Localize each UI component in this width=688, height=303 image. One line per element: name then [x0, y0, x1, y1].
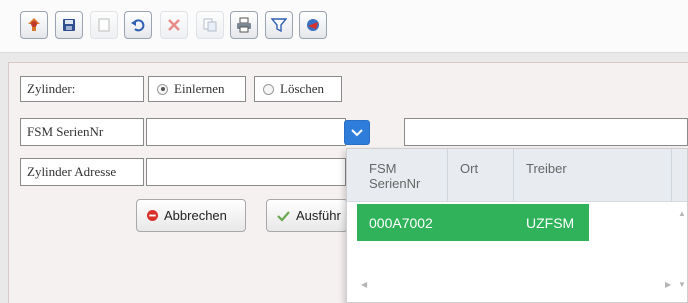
undo-button[interactable]	[124, 11, 152, 39]
delete-icon	[168, 19, 180, 31]
scroll-left-icon[interactable]: ◀	[361, 280, 367, 289]
blank-page-button[interactable]	[90, 11, 118, 39]
zylinder-adresse-input[interactable]	[146, 158, 346, 186]
save-icon	[63, 19, 75, 31]
new-button[interactable]	[20, 11, 48, 39]
cell-fsm[interactable]: 000A7002	[357, 204, 448, 241]
cell-treiber[interactable]: UZFSM	[514, 204, 589, 241]
cancel-icon	[147, 210, 158, 221]
copy-button[interactable]	[196, 11, 224, 39]
radio-einlernen[interactable]: Einlernen	[148, 76, 246, 102]
radio-einlernen-indicator[interactable]	[157, 83, 168, 95]
fsm-dropdown-toggle[interactable]	[344, 120, 370, 145]
execute-label: Ausführ	[296, 208, 341, 223]
save-button[interactable]	[55, 11, 83, 39]
radio-loeschen[interactable]: Löschen	[254, 76, 342, 102]
radio-loeschen-label: Löschen	[280, 81, 325, 96]
scroll-up-icon[interactable]: ▲	[678, 209, 686, 218]
fsm-dropdown-list: FSM SerienNr Ort Treiber 000A7002 UZFSM …	[346, 148, 688, 303]
column-header-fsm[interactable]: FSM SerienNr	[357, 149, 448, 201]
zylinder-adresse-label: Zylinder Adresse	[20, 158, 144, 186]
cancel-button[interactable]: Abbrechen	[136, 199, 246, 232]
fsm-serien-nr-label: FSM SerienNr	[20, 118, 144, 146]
scroll-down-icon[interactable]: ▼	[678, 280, 686, 289]
secondary-field[interactable]	[404, 118, 688, 146]
copy-icon	[203, 18, 217, 32]
cell-ort[interactable]	[448, 204, 514, 241]
filter-button[interactable]	[265, 11, 293, 39]
dropdown-header: FSM SerienNr Ort Treiber	[347, 149, 687, 202]
column-header-ort[interactable]: Ort	[448, 149, 514, 201]
fsm-serien-nr-input[interactable]	[146, 118, 346, 146]
print-icon	[237, 17, 251, 33]
delete-button[interactable]	[160, 11, 188, 39]
filter-icon	[271, 18, 287, 33]
export-icon	[307, 19, 319, 31]
blank-page-icon	[98, 18, 110, 32]
print-button[interactable]	[230, 11, 258, 39]
checkmark-icon	[277, 210, 290, 222]
column-header-treiber[interactable]: Treiber	[514, 149, 672, 201]
chevron-down-icon	[351, 128, 363, 136]
radio-loeschen-indicator[interactable]	[263, 83, 274, 95]
scroll-right-icon[interactable]: ▶	[665, 280, 671, 289]
execute-button[interactable]: Ausführ	[266, 199, 348, 232]
toolbar	[0, 0, 688, 53]
new-icon	[28, 18, 40, 31]
export-button[interactable]	[299, 11, 327, 39]
radio-einlernen-label: Einlernen	[174, 81, 225, 96]
undo-icon	[131, 19, 145, 32]
zylinder-label: Zylinder:	[20, 76, 144, 102]
cancel-label: Abbrechen	[164, 208, 227, 223]
